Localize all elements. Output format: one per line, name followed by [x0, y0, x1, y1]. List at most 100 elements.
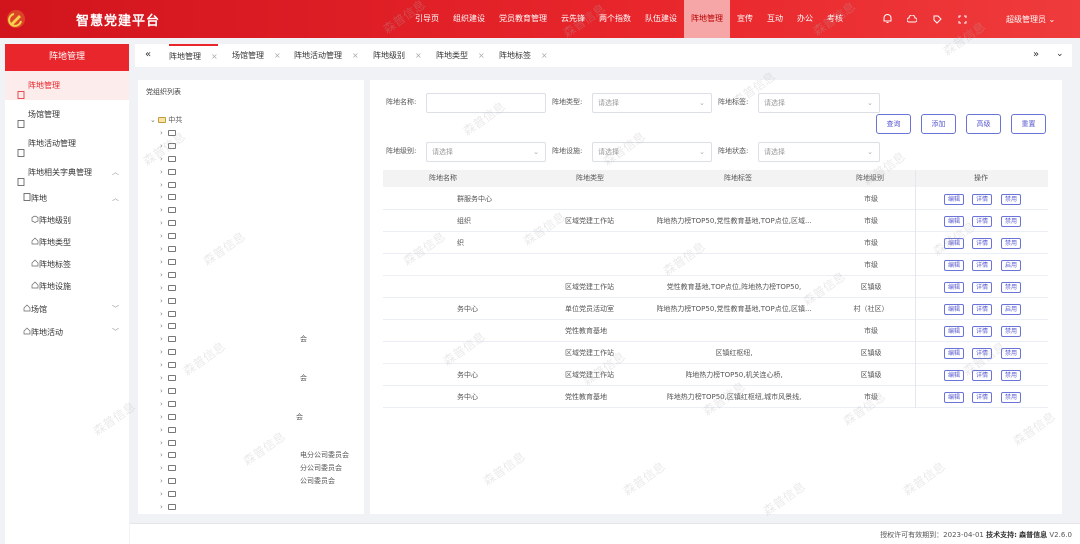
tree-node[interactable]: › [160, 243, 176, 255]
name-input[interactable] [426, 93, 546, 113]
tree-node-root[interactable]: ⌄ 中共 [150, 114, 182, 126]
sidebar-item-activity-mgmt[interactable]: 阵地活动管理 [5, 129, 129, 158]
edit-button[interactable]: 编辑 [944, 282, 964, 293]
tree-node[interactable]: › [160, 256, 176, 268]
nav-item[interactable]: 考核 [820, 0, 850, 38]
toggle-status-button[interactable]: 启用 [1001, 304, 1021, 315]
edit-button[interactable]: 编辑 [944, 216, 964, 227]
cloud-icon[interactable] [907, 14, 917, 24]
toggle-status-button[interactable]: 禁用 [1001, 282, 1021, 293]
advanced-button[interactable]: 高级 [966, 114, 1001, 134]
toggle-status-button[interactable]: 禁用 [1001, 238, 1021, 249]
type-select[interactable]: 请选择 ⌄ [592, 93, 712, 113]
chevron-down-icon[interactable]: ⌄ [1056, 49, 1064, 59]
detail-button[interactable]: 详情 [972, 260, 992, 271]
detail-button[interactable]: 详情 [972, 326, 992, 337]
tab-activity-mgmt[interactable]: 阵地活动管理 × [294, 44, 359, 67]
edit-button[interactable]: 编辑 [944, 392, 964, 403]
fullscreen-icon[interactable] [957, 14, 967, 24]
detail-button[interactable]: 详情 [972, 304, 992, 315]
tabs-scroll-right-icon[interactable]: » [1033, 49, 1039, 60]
tree-node[interactable]: › [160, 269, 176, 281]
facility-select[interactable]: 请选择 ⌄ [592, 142, 712, 162]
tab-tag[interactable]: 阵地标签 × [499, 44, 548, 67]
nav-item[interactable]: 组织建设 [446, 0, 492, 38]
reset-button[interactable]: 重置 [1011, 114, 1046, 134]
sidebar-item-dictionary-mgmt[interactable]: 阵地相关字典管理 ︿ [5, 158, 129, 187]
tree-node[interactable]: › [160, 282, 176, 294]
detail-button[interactable]: 详情 [972, 282, 992, 293]
nav-item[interactable]: 引导页 [408, 0, 446, 38]
toggle-status-button[interactable]: 禁用 [1001, 392, 1021, 403]
level-select[interactable]: 请选择 ⌄ [426, 142, 546, 162]
tree-node[interactable]: › [160, 140, 176, 152]
tab-level[interactable]: 阵地级别 × [373, 44, 422, 67]
toggle-status-button[interactable]: 禁用 [1001, 216, 1021, 227]
detail-button[interactable]: 详情 [972, 370, 992, 381]
sidebar-group-position[interactable]: 阵地 ︿ [5, 187, 129, 210]
tree-node[interactable]: › [160, 462, 176, 474]
tree-node[interactable]: › [160, 359, 176, 371]
nav-item[interactable]: 队伍建设 [638, 0, 684, 38]
edit-button[interactable]: 编辑 [944, 304, 964, 315]
sidebar-item-facility[interactable]: 阵地设施 [5, 276, 129, 298]
close-icon[interactable]: × [211, 52, 218, 61]
nav-item[interactable]: 党员教育管理 [492, 0, 554, 38]
tree-node[interactable]: › [160, 179, 176, 191]
nav-item[interactable]: 阵地管理 [684, 0, 730, 38]
edit-button[interactable]: 编辑 [944, 238, 964, 249]
tree-node[interactable]: › [160, 153, 176, 165]
tree-node[interactable]: › [160, 385, 176, 397]
edit-button[interactable]: 编辑 [944, 260, 964, 271]
edit-button[interactable]: 编辑 [944, 326, 964, 337]
toggle-status-button[interactable]: 禁用 [1001, 326, 1021, 337]
tree-node[interactable]: › [160, 166, 176, 178]
close-icon[interactable]: × [415, 51, 422, 60]
nav-item[interactable]: 宣传 [730, 0, 760, 38]
detail-button[interactable]: 详情 [972, 348, 992, 359]
tree-node[interactable]: › [160, 320, 176, 332]
tree-node[interactable]: › [160, 204, 176, 216]
tree-node[interactable]: › [160, 437, 176, 449]
nav-item[interactable]: 云先锋 [554, 0, 592, 38]
toggle-status-button[interactable]: 启用 [1001, 260, 1021, 271]
tree-node[interactable]: › [160, 501, 176, 513]
tree-node[interactable]: › [160, 475, 176, 487]
tree-node[interactable]: › [160, 295, 176, 307]
tree-node[interactable]: › [160, 372, 176, 384]
tabs-scroll-left-icon[interactable]: « [145, 49, 151, 60]
sidebar-item-level[interactable]: 阵地级别 [5, 210, 129, 232]
toggle-status-button[interactable]: 禁用 [1001, 370, 1021, 381]
edit-button[interactable]: 编辑 [944, 370, 964, 381]
tree-node[interactable]: › [160, 308, 176, 320]
status-select[interactable]: 请选择 ⌄ [758, 142, 880, 162]
close-icon[interactable]: × [478, 51, 485, 60]
tree-node[interactable]: › [160, 217, 176, 229]
sidebar-item-type[interactable]: 阵地类型 [5, 232, 129, 254]
tree-node[interactable]: › [160, 127, 176, 139]
detail-button[interactable]: 详情 [972, 194, 992, 205]
bell-icon[interactable] [882, 14, 892, 24]
tree-node[interactable]: › [160, 488, 176, 500]
tag-select[interactable]: 请选择 ⌄ [758, 93, 880, 113]
tag-icon[interactable] [932, 14, 942, 24]
nav-item[interactable]: 两个指数 [592, 0, 638, 38]
add-button[interactable]: 添加 [921, 114, 956, 134]
tree-node[interactable]: › [160, 191, 176, 203]
tree-node[interactable]: › [160, 333, 176, 345]
tree-node[interactable]: › [160, 346, 176, 358]
tree-node[interactable]: › [160, 424, 176, 436]
close-icon[interactable]: × [274, 51, 281, 60]
tree-node[interactable]: › [160, 398, 176, 410]
edit-button[interactable]: 编辑 [944, 194, 964, 205]
close-icon[interactable]: × [541, 51, 548, 60]
nav-item[interactable]: 办公 [790, 0, 820, 38]
query-button[interactable]: 查询 [876, 114, 911, 134]
edit-button[interactable]: 编辑 [944, 348, 964, 359]
detail-button[interactable]: 详情 [972, 392, 992, 403]
close-icon[interactable]: × [352, 51, 359, 60]
detail-button[interactable]: 详情 [972, 238, 992, 249]
sidebar-group-venue[interactable]: 场馆 ﹀ [5, 298, 129, 321]
tab-position-mgmt[interactable]: 阵地管理 × [169, 44, 218, 67]
tree-node[interactable]: › [160, 411, 176, 423]
